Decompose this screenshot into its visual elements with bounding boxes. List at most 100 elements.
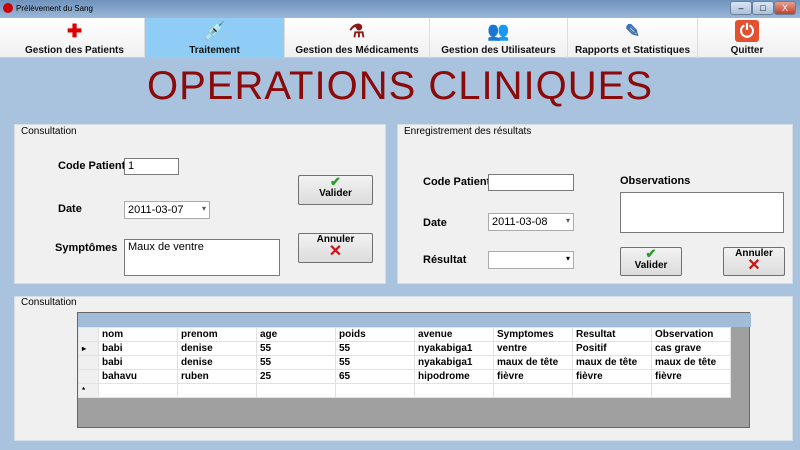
minimize-button[interactable]: –	[730, 1, 752, 15]
table-cell[interactable]: fièvre	[651, 369, 731, 384]
app-icon	[3, 3, 13, 13]
group-title: Consultation	[21, 126, 77, 137]
table-cell[interactable]: ventre	[493, 341, 573, 356]
tab-gestion-medicaments[interactable]: ⚗ Gestion des Médicaments	[285, 18, 430, 58]
table-cell[interactable]: denise	[177, 355, 257, 370]
grid-caption-band	[78, 313, 751, 327]
calendar-dropdown-icon[interactable]: ▾	[566, 216, 570, 225]
table-cell[interactable]	[98, 383, 178, 398]
code-patient-input[interactable]: 1	[124, 158, 179, 175]
button-label: Valider	[319, 188, 352, 199]
new-row-marker: *	[78, 383, 99, 398]
column-header[interactable]: age	[256, 327, 336, 342]
table-cell[interactable]: 65	[335, 369, 415, 384]
window-title: Prélèvement du Sang	[16, 4, 93, 13]
column-header[interactable]: avenue	[414, 327, 494, 342]
table-cell[interactable]: 55	[256, 355, 336, 370]
validate-button[interactable]: ✔ Valider	[620, 247, 682, 276]
tab-label: Rapports et Statistiques	[574, 45, 691, 56]
table-cell[interactable]: ruben	[177, 369, 257, 384]
table-row[interactable]: bahavu ruben 25 65 hipodrome fièvre fièvre fièv…	[78, 369, 731, 384]
table-cell[interactable]: 55	[256, 341, 336, 356]
table-cell[interactable]	[414, 383, 494, 398]
table-cell[interactable]	[256, 383, 336, 398]
table-cell[interactable]: denise	[177, 341, 257, 356]
column-header[interactable]: Observation	[651, 327, 731, 342]
observations-label: Observations	[620, 175, 691, 187]
data-table: nom prenom age poids avenue Symptomes Re…	[78, 327, 731, 398]
row-header[interactable]	[78, 355, 99, 370]
column-header[interactable]: nom	[98, 327, 178, 342]
tab-gestion-patients[interactable]: ✚ Gestion des Patients	[5, 18, 145, 58]
red-cross-icon: ✚	[66, 21, 83, 41]
test-tubes-icon: ⚗	[348, 21, 366, 41]
close-button[interactable]: X	[774, 1, 796, 15]
table-cell[interactable]: nyakabiga1	[414, 341, 494, 356]
symptoms-label: Symptômes	[55, 242, 118, 254]
chevron-down-icon: ▾	[565, 254, 570, 263]
date-label: Date	[58, 203, 82, 215]
code-patient-input[interactable]	[488, 174, 574, 191]
table-cell[interactable]: babi	[98, 355, 178, 370]
consultation-group: Consultation Code Patient 1 Date 2011-03…	[14, 124, 386, 284]
date-value: 2011-03-07	[128, 204, 184, 216]
table-cell[interactable]: cas grave	[651, 341, 731, 356]
result-label: Résultat	[423, 254, 467, 266]
table-cell[interactable]: hipodrome	[414, 369, 494, 384]
button-label: Valider	[634, 260, 668, 271]
table-row[interactable]: ▸ babi denise 55 55 nyakabiga1 ventre Positif ca…	[78, 341, 731, 356]
new-row[interactable]: *	[78, 383, 731, 398]
consultation-grid[interactable]: nom prenom age poids avenue Symptomes Re…	[77, 312, 751, 428]
cancel-button[interactable]: Annuler ✕	[723, 247, 785, 276]
column-header[interactable]: prenom	[177, 327, 257, 342]
date-label: Date	[423, 217, 447, 229]
table-cell[interactable]	[572, 383, 652, 398]
column-header[interactable]: Resultat	[572, 327, 652, 342]
maximize-button[interactable]: □	[752, 1, 774, 15]
observations-textarea[interactable]	[620, 192, 784, 233]
table-cell[interactable]: maux de tête	[493, 355, 573, 370]
table-cell[interactable]: fièvre	[493, 369, 573, 384]
tab-label: Traitement	[189, 45, 240, 56]
table-cell[interactable]	[335, 383, 415, 398]
validate-button[interactable]: ✔ Valider	[298, 175, 373, 205]
syringe-icon: 💉	[203, 21, 226, 41]
row-header-corner	[78, 327, 99, 342]
table-cell[interactable]: maux de tête	[572, 355, 652, 370]
tab-label: Quitter	[730, 45, 764, 56]
table-cell[interactable]: 25	[256, 369, 336, 384]
column-header[interactable]: poids	[335, 327, 415, 342]
result-select[interactable]: ▾	[488, 251, 574, 269]
table-cell[interactable]: bahavu	[98, 369, 178, 384]
power-icon: ⏻	[735, 20, 759, 42]
report-icon: ✎	[624, 21, 641, 41]
date-picker[interactable]: 2011-03-08 ▾	[488, 213, 574, 231]
row-header[interactable]: ▸	[78, 341, 99, 356]
row-header[interactable]	[78, 369, 99, 384]
tab-gestion-utilisateurs[interactable]: 👥 Gestion des Utilisateurs	[430, 18, 568, 58]
x-icon: ✕	[747, 257, 761, 274]
cancel-button[interactable]: Annuler ✕	[298, 233, 373, 263]
date-picker[interactable]: 2011-03-07 ▾	[124, 201, 210, 219]
table-cell[interactable]	[651, 383, 731, 398]
table-cell[interactable]: maux de tête	[651, 355, 731, 370]
table-row[interactable]: babi denise 55 55 nyakabiga1 maux de tête maux…	[78, 355, 731, 370]
x-icon: ✕	[328, 243, 343, 260]
symptoms-textarea[interactable]: Maux de ventre	[124, 239, 280, 276]
table-cell[interactable]: 55	[335, 341, 415, 356]
results-group: Enregistrement des résultats Code Patien…	[397, 124, 793, 284]
tab-quitter[interactable]: ⏻ Quitter	[698, 18, 796, 58]
column-header[interactable]: Symptomes	[493, 327, 573, 342]
table-cell[interactable]: 55	[335, 355, 415, 370]
table-cell[interactable]	[493, 383, 573, 398]
table-cell[interactable]: nyakabiga1	[414, 355, 494, 370]
tab-rapports-statistiques[interactable]: ✎ Rapports et Statistiques	[568, 18, 698, 58]
calendar-dropdown-icon[interactable]: ▾	[202, 204, 206, 213]
table-cell[interactable]: fièvre	[572, 369, 652, 384]
table-cell[interactable]: babi	[98, 341, 178, 356]
users-icon: 👥	[487, 21, 510, 41]
table-cell[interactable]: Positif	[572, 341, 652, 356]
page-title: OPERATIONS CLINIQUES	[146, 64, 653, 108]
table-cell[interactable]	[177, 383, 257, 398]
tab-traitement[interactable]: 💉 Traitement	[145, 18, 285, 58]
